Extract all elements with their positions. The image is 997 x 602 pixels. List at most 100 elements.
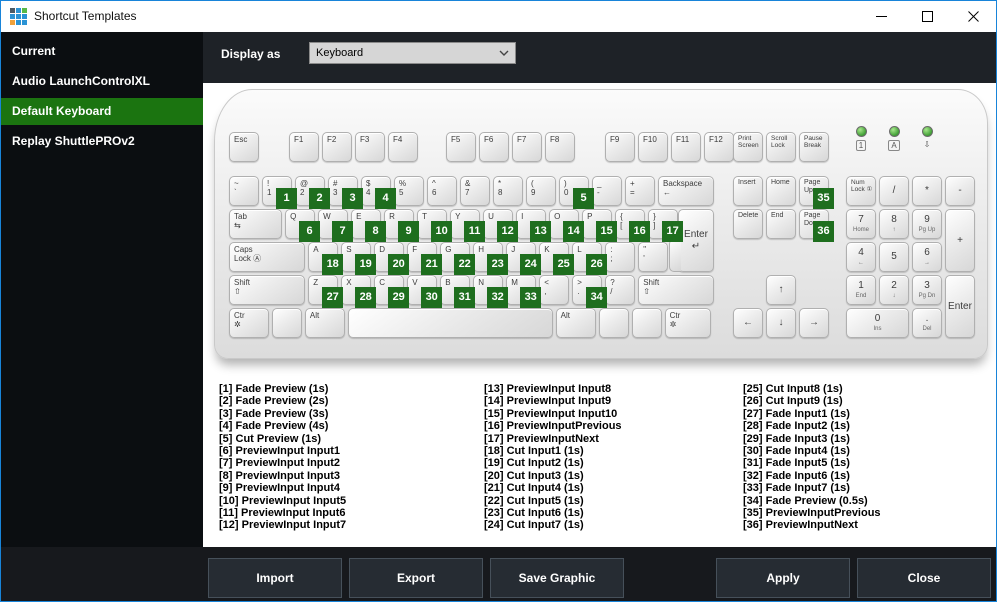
key-a[interactable]: A 18 [308, 242, 344, 275]
key-4[interactable]: 4 ← [846, 242, 876, 272]
key-8[interactable]: 8 ↑ [879, 209, 909, 239]
key-f4[interactable]: F4 [388, 132, 418, 162]
import-button[interactable]: Import [208, 558, 342, 598]
shortcut-badge-13[interactable]: 13 [530, 221, 552, 242]
shortcut-badge-6[interactable]: 6 [299, 221, 321, 242]
key-i[interactable]: I 13 [516, 209, 552, 242]
shortcut-badge-28[interactable]: 28 [355, 287, 377, 308]
key-space[interactable] [347, 308, 553, 338]
key-blank[interactable]: + = [625, 176, 655, 206]
key-3[interactable]: #3 3 [328, 176, 363, 209]
key-f3[interactable]: F3 [355, 132, 385, 162]
key-alt[interactable]: Alt [304, 308, 345, 338]
key-m[interactable]: M 33 [506, 275, 542, 308]
close-button[interactable]: Close [857, 558, 991, 598]
key-f9[interactable]: F9 [605, 132, 635, 162]
shortcut-badge-23[interactable]: 23 [487, 254, 509, 275]
key-g[interactable]: G 22 [440, 242, 476, 275]
shortcut-badge-27[interactable]: 27 [322, 287, 344, 308]
shortcut-badge-3[interactable]: 3 [342, 188, 363, 209]
apply-button[interactable]: Apply [716, 558, 850, 598]
key-k[interactable]: K 25 [539, 242, 575, 275]
key-t[interactable]: T 10 [417, 209, 453, 242]
shortcut-badge-24[interactable]: 24 [520, 254, 542, 275]
shortcut-badge-7[interactable]: 7 [332, 221, 354, 242]
key-blank[interactable]: _ - [592, 176, 622, 206]
shortcut-badge-18[interactable]: 18 [322, 254, 344, 275]
shortcut-badge-33[interactable]: 33 [520, 287, 542, 308]
key-3[interactable]: 3 Pg Dn [912, 275, 942, 305]
key-home[interactable]: Home [766, 176, 796, 206]
key-f7[interactable]: F7 [512, 132, 542, 162]
key-2[interactable]: 2 ↓ [879, 275, 909, 305]
key-ctr[interactable]: Ctr ✲ [664, 308, 712, 338]
key-6[interactable]: ^ 6 [427, 176, 457, 206]
shortcut-badge-4[interactable]: 4 [375, 188, 396, 209]
shortcut-badge-20[interactable]: 20 [388, 254, 410, 275]
key-arrow-right[interactable]: → [799, 308, 829, 338]
sidebar-item-replay-shuttleprov2[interactable]: Replay ShuttlePROv2 [1, 128, 203, 155]
shortcut-badge-15[interactable]: 15 [596, 221, 618, 242]
key-blank[interactable] [598, 308, 629, 338]
key-y[interactable]: Y 11 [450, 209, 486, 242]
key-1[interactable]: 1 End [846, 275, 876, 305]
key-f11[interactable]: F11 [671, 132, 701, 162]
key-f5[interactable]: F5 [446, 132, 476, 162]
key-blank[interactable]: ? / [605, 275, 636, 305]
key-pause-break[interactable]: Pause Break [799, 132, 829, 162]
key-blank[interactable]: " ' [638, 242, 669, 272]
key-e[interactable]: E8 [351, 209, 387, 242]
key-z[interactable]: Z 27 [308, 275, 344, 308]
key-w[interactable]: W7 [318, 209, 354, 242]
key-8[interactable]: * 8 [493, 176, 523, 206]
key-o[interactable]: O 14 [549, 209, 585, 242]
shortcut-badge-19[interactable]: 19 [355, 254, 377, 275]
key-blank[interactable]: {[16 [615, 209, 651, 242]
shortcut-badge-2[interactable]: 2 [309, 188, 330, 209]
shortcut-badge-5[interactable]: 5 [573, 188, 594, 209]
shortcut-badge-10[interactable]: 10 [431, 221, 453, 242]
key-blank[interactable]: ~ ` [229, 176, 259, 206]
maximize-button[interactable] [904, 1, 950, 32]
shortcut-badge-25[interactable]: 25 [553, 254, 575, 275]
key-f10[interactable]: F10 [638, 132, 668, 162]
key-insert[interactable]: Insert [733, 176, 763, 206]
shortcut-badge-30[interactable]: 30 [421, 287, 443, 308]
key-end[interactable]: End [766, 209, 796, 239]
key-tab[interactable]: Tab ⇆ [229, 209, 283, 239]
key-numpad-dot[interactable]: . Del [912, 308, 942, 338]
shortcut-badge-1[interactable]: 1 [276, 188, 297, 209]
shortcut-badge-31[interactable]: 31 [454, 287, 476, 308]
save-graphic-button[interactable]: Save Graphic [490, 558, 624, 598]
key-blank[interactable]: <, [539, 275, 570, 305]
key-num-lock[interactable]: Num Lock ① [846, 176, 876, 206]
shortcut-badge-26[interactable]: 26 [586, 254, 608, 275]
key-5[interactable]: 5 [879, 242, 909, 272]
key-9[interactable]: 9 Pg Up [912, 209, 942, 239]
key-print-screen[interactable]: Print Screen [733, 132, 763, 162]
key-l[interactable]: L 26 [572, 242, 608, 275]
key-0[interactable]: ) 0 5 [559, 176, 594, 209]
key-h[interactable]: H 23 [473, 242, 509, 275]
shortcut-badge-17[interactable]: 17 [662, 221, 684, 242]
key-s[interactable]: S 19 [341, 242, 377, 275]
key-numpad-enter[interactable]: Enter [945, 275, 975, 338]
key-numpad-0[interactable]: 0 Ins [846, 308, 909, 338]
shortcut-badge-35[interactable]: 35 [813, 188, 834, 209]
key-j[interactable]: J 24 [506, 242, 542, 275]
shortcut-badge-11[interactable]: 11 [464, 221, 486, 242]
key-numpad-minus[interactable]: - [945, 176, 975, 206]
close-button[interactable] [950, 1, 996, 32]
key-alt[interactable]: Alt [555, 308, 596, 338]
sidebar-item-current[interactable]: Current [1, 38, 203, 65]
key-p[interactable]: P 15 [582, 209, 618, 242]
shortcut-badge-34[interactable]: 34 [586, 287, 608, 308]
key-shift[interactable]: Shift ⇧ [229, 275, 306, 305]
key-f[interactable]: F 21 [407, 242, 443, 275]
key-b[interactable]: B 31 [440, 275, 476, 308]
shortcut-badge-22[interactable]: 22 [454, 254, 476, 275]
key-7[interactable]: & 7 [460, 176, 490, 206]
key-f6[interactable]: F6 [479, 132, 509, 162]
key-delete[interactable]: Delete [733, 209, 763, 239]
key-5[interactable]: % 5 [394, 176, 424, 206]
